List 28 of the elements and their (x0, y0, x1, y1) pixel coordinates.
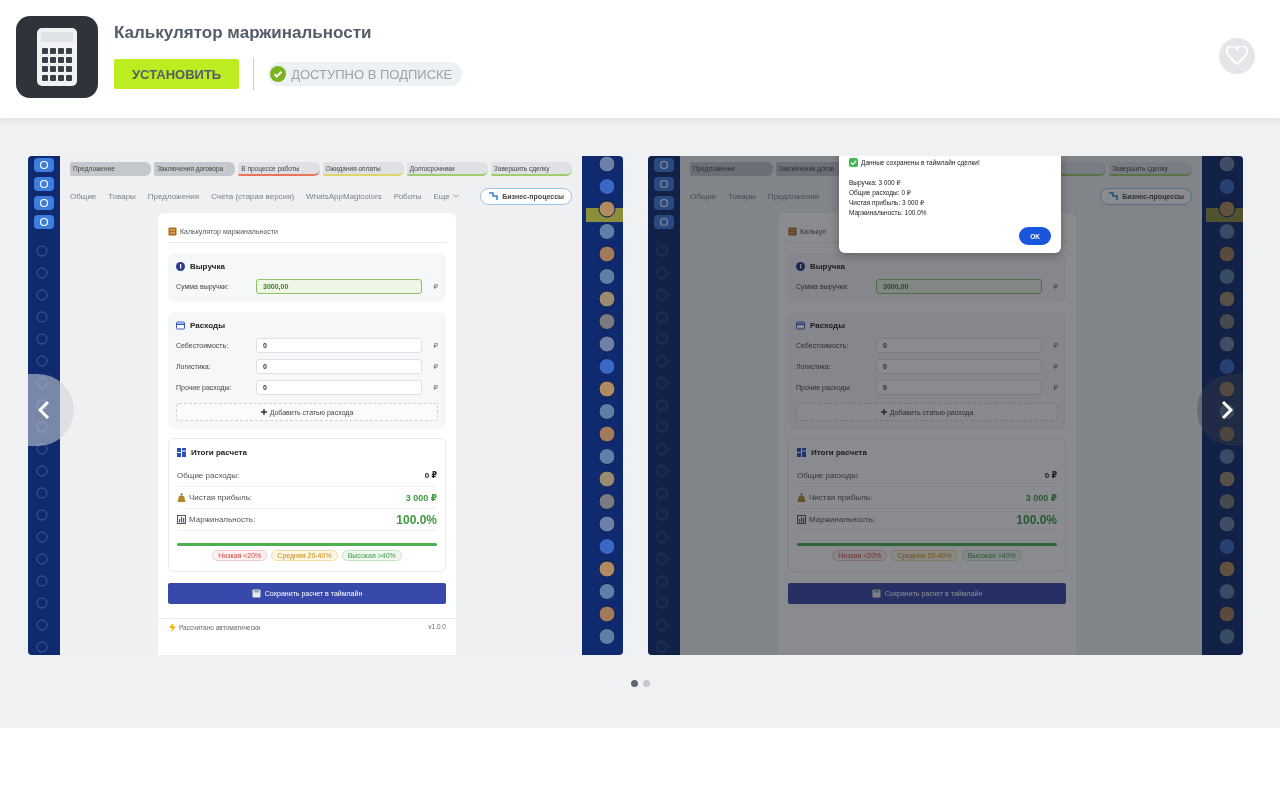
result-label: Чистая прибыль: (189, 493, 253, 502)
result-value: 3 000 ₽ (405, 492, 437, 503)
subscription-badge: ДОСТУПНО В ПОДПИСКЕ (268, 62, 463, 86)
tab[interactable]: Роботы (393, 191, 422, 201)
result-label: Общие расходы: (797, 471, 860, 480)
tab[interactable]: Общие (70, 191, 97, 201)
app-title: Калькулятор маржинальности (114, 23, 373, 43)
result-label: Маржинальность: (189, 515, 256, 524)
result-value: 100.0% (1016, 512, 1057, 527)
result-value: 100.0% (396, 512, 437, 527)
more-tab[interactable]: Еще (433, 191, 450, 201)
tab[interactable]: Предложения (147, 191, 200, 201)
result-value: 0 ₽ (1044, 471, 1057, 480)
tab[interactable]: WhatsAppMagicolors (306, 191, 382, 201)
section-title: Расходы (190, 321, 225, 330)
result-value: 3 000 ₽ (1025, 492, 1057, 503)
tab[interactable]: Товары (108, 191, 136, 201)
section-title: Итоги расчета (811, 448, 867, 457)
result-value: 0 ₽ (424, 471, 437, 480)
result-label: Чистая прибыль: (809, 493, 873, 502)
section-title: Выручка (190, 262, 225, 271)
install-button[interactable]: УСТАНОВИТЬ (114, 59, 240, 89)
section-title: Итоги расчета (191, 448, 247, 457)
section-title: Выручка (810, 262, 845, 271)
section-title: Расходы (810, 321, 845, 330)
tab[interactable]: Счета (старая версия) (211, 191, 295, 201)
result-label: Общие расходы: (177, 471, 240, 480)
result-label: Маржинальность: (809, 515, 876, 524)
